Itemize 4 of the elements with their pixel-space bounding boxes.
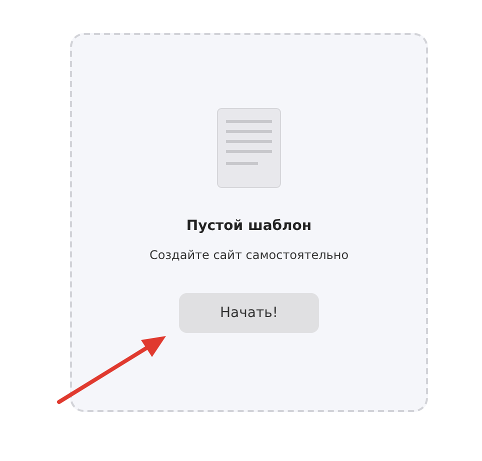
template-description: Создайте сайт самостоятельно: [149, 248, 349, 262]
start-button[interactable]: Начать!: [179, 293, 319, 333]
document-icon: [217, 108, 281, 188]
template-title: Пустой шаблон: [186, 218, 312, 234]
